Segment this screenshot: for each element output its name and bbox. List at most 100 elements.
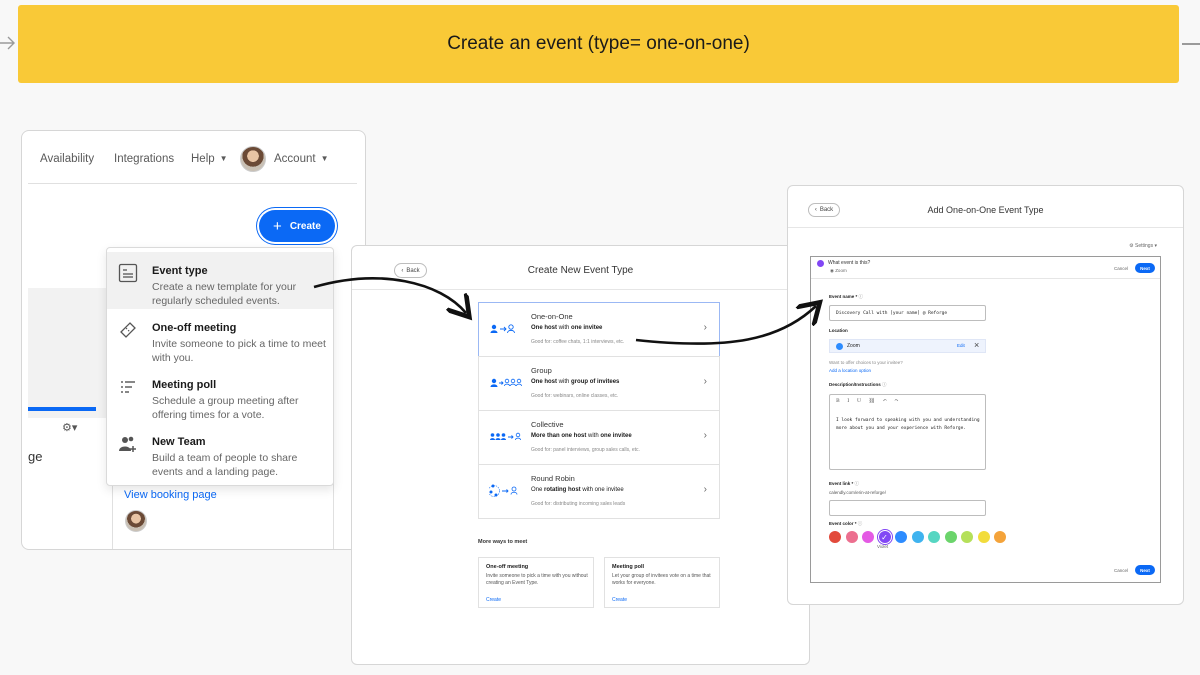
- color-swatch[interactable]: ✓: [878, 531, 891, 543]
- calendly-home-panel: Availability Integrations Help ▼ Account ▼…: [21, 130, 366, 550]
- gear-icon[interactable]: ⚙▾: [62, 421, 77, 434]
- create-one-off-link[interactable]: Create: [486, 597, 501, 603]
- color-swatch[interactable]: [928, 531, 940, 543]
- cancel-button[interactable]: Cancel: [1114, 568, 1128, 573]
- card-accent-bar: [28, 407, 96, 411]
- location-label: Location: [829, 328, 848, 333]
- more-one-off-meeting-card: One-off meeting Invite someone to pick a…: [478, 557, 594, 608]
- cancel-button[interactable]: Cancel: [1114, 266, 1128, 271]
- chevron-right-icon: ›: [703, 430, 707, 441]
- zoom-sub-label: Zoom: [835, 268, 847, 273]
- mini-card-title: Meeting poll: [612, 564, 645, 570]
- menu-item-desc: Invite someone to pick a time to meet wi…: [152, 338, 326, 364]
- location-hint: Want to offer choices to your invitee?: [829, 360, 903, 365]
- color-swatch[interactable]: [911, 531, 924, 543]
- panel-header: ‹ Back Add One-on-One Event Type: [788, 186, 1183, 228]
- event-type-desc: One rotating host with one invitee: [531, 487, 624, 493]
- avatar[interactable]: [240, 146, 266, 172]
- add-one-on-one-panel: ‹ Back Add One-on-One Event Type ⚙ Settin…: [787, 185, 1184, 605]
- event-name-label-text: Event name *: [829, 294, 858, 299]
- event-type-good-for: Good for: coffee chats, 1:1 interviews, …: [531, 339, 625, 345]
- settings-menu[interactable]: ⚙ Settings ▾: [1129, 243, 1157, 249]
- description-text: I look forward to speaking with you and …: [836, 418, 980, 431]
- connector-line-right: [1182, 43, 1200, 45]
- info-icon: ⓘ: [882, 382, 887, 387]
- panel-header: ‹ Back Create New Event Type: [352, 246, 809, 290]
- description-label: Description/Instructions ⓘ: [829, 382, 887, 388]
- desc-mid: with: [557, 325, 572, 331]
- event-name-input[interactable]: Discovery Call with [your name] @ Reforg…: [829, 305, 986, 321]
- desc-bold: One host: [531, 379, 558, 385]
- desc-bold: One: [531, 487, 543, 493]
- menu-item-title: Meeting poll: [152, 379, 217, 391]
- info-icon: ⓘ: [858, 294, 864, 299]
- event-type-good-for: Good for: distributing incoming sales le…: [531, 501, 626, 507]
- ticket-icon: [117, 319, 138, 340]
- menu-item-title: Event type: [152, 265, 208, 277]
- location-edit-button[interactable]: Edit: [957, 343, 965, 348]
- menu-item-title: New Team: [152, 436, 206, 448]
- desc-bold2: with one invitee: [582, 487, 624, 493]
- add-location-link[interactable]: Add a location option: [829, 368, 871, 373]
- connector-arrow-left: [0, 36, 15, 50]
- desc-bold2: one invitee: [571, 325, 603, 331]
- info-icon: ⓘ: [854, 481, 860, 486]
- menu-item-meeting-poll[interactable]: Meeting poll Schedule a group meeting af…: [107, 366, 333, 423]
- event-card: [112, 476, 334, 549]
- event-type-one-on-one[interactable]: One-on-One One host with one invitee Goo…: [478, 302, 720, 357]
- more-meeting-poll-card: Meeting poll Let your group of invitees …: [604, 557, 720, 608]
- color-swatch[interactable]: [961, 531, 973, 543]
- view-booking-link[interactable]: View booking page: [124, 489, 217, 501]
- create-meeting-poll-link[interactable]: Create: [612, 597, 627, 603]
- more-ways-title: More ways to meet: [478, 539, 528, 545]
- event-type-round-robin[interactable]: Round Robin One rotating host with one i…: [478, 464, 720, 519]
- event-type-name: Round Robin: [531, 474, 575, 483]
- next-button[interactable]: Next: [1135, 263, 1155, 273]
- color-swatch[interactable]: [977, 531, 990, 543]
- color-swatch[interactable]: [994, 531, 1006, 543]
- nav-help[interactable]: Help ▼: [191, 153, 228, 165]
- event-type-collective[interactable]: Collective More than one host with one i…: [478, 410, 720, 465]
- settings-label: Settings: [1135, 243, 1154, 249]
- event-question: What event is this?: [828, 260, 871, 266]
- caret-down-icon: ▼: [219, 154, 228, 163]
- editor-toolbar[interactable]: B I U ⛓ ↶ ↷: [836, 398, 902, 404]
- menu-item-new-team[interactable]: New Team Build a team of people to share…: [107, 423, 333, 480]
- event-link-input[interactable]: [829, 500, 986, 516]
- nav-account[interactable]: Account ▼: [274, 153, 328, 165]
- page-title: Create New Event Type: [527, 265, 634, 276]
- group-icon: [490, 378, 522, 387]
- plus-icon: +: [273, 217, 282, 235]
- event-type-good-for: Good for: panel interviews, group sales …: [531, 447, 640, 453]
- event-type-name: Collective: [531, 420, 564, 429]
- location-value: Zoom: [847, 343, 860, 349]
- description-label-text: Description/Instructions: [829, 382, 881, 387]
- nav-availability[interactable]: Availability: [40, 153, 94, 165]
- chevron-right-icon: ›: [703, 484, 707, 495]
- mini-card-title: One-off meeting: [486, 564, 529, 570]
- close-icon[interactable]: ×: [974, 340, 979, 350]
- form-summary-bar: What event is this? ◉ Zoom Cancel Next: [811, 257, 1160, 279]
- menu-item-event-type[interactable]: Event type Create a new template for you…: [107, 252, 333, 309]
- menu-item-desc: Build a team of people to share events a…: [152, 452, 298, 478]
- menu-item-one-off-meeting[interactable]: One-off meeting Invite someone to pick a…: [107, 309, 333, 366]
- next-button[interactable]: Next: [1135, 565, 1155, 575]
- color-swatch[interactable]: [895, 531, 907, 543]
- color-swatch[interactable]: [845, 531, 858, 543]
- create-button[interactable]: + Create: [259, 210, 335, 242]
- create-dropdown-menu: Event type Create a new template for you…: [106, 247, 334, 486]
- nav-integrations[interactable]: Integrations: [114, 153, 174, 165]
- event-type-group[interactable]: Group One host with group of invitees Go…: [478, 356, 720, 411]
- info-icon: ⓘ: [857, 521, 863, 526]
- desc-mid: rotating host: [542, 487, 583, 493]
- location-row[interactable]: Zoom Edit ×: [829, 339, 986, 353]
- color-swatch[interactable]: [862, 531, 874, 543]
- event-color-label: Event color * ⓘ: [829, 521, 862, 527]
- description-editor[interactable]: B I U ⛓ ↶ ↷ I look forward to speaking w…: [829, 394, 986, 470]
- panel-body: ⚙ Settings ▾ What event is this? ◉ Zoom …: [796, 228, 1177, 598]
- color-swatch[interactable]: [944, 531, 957, 543]
- banner-title: Create an event (type= one-on-one): [447, 33, 750, 54]
- event-type-good-for: Good for: webinars, online classes, etc.: [531, 393, 619, 399]
- poll-icon: [117, 376, 138, 397]
- color-swatch[interactable]: [829, 531, 841, 543]
